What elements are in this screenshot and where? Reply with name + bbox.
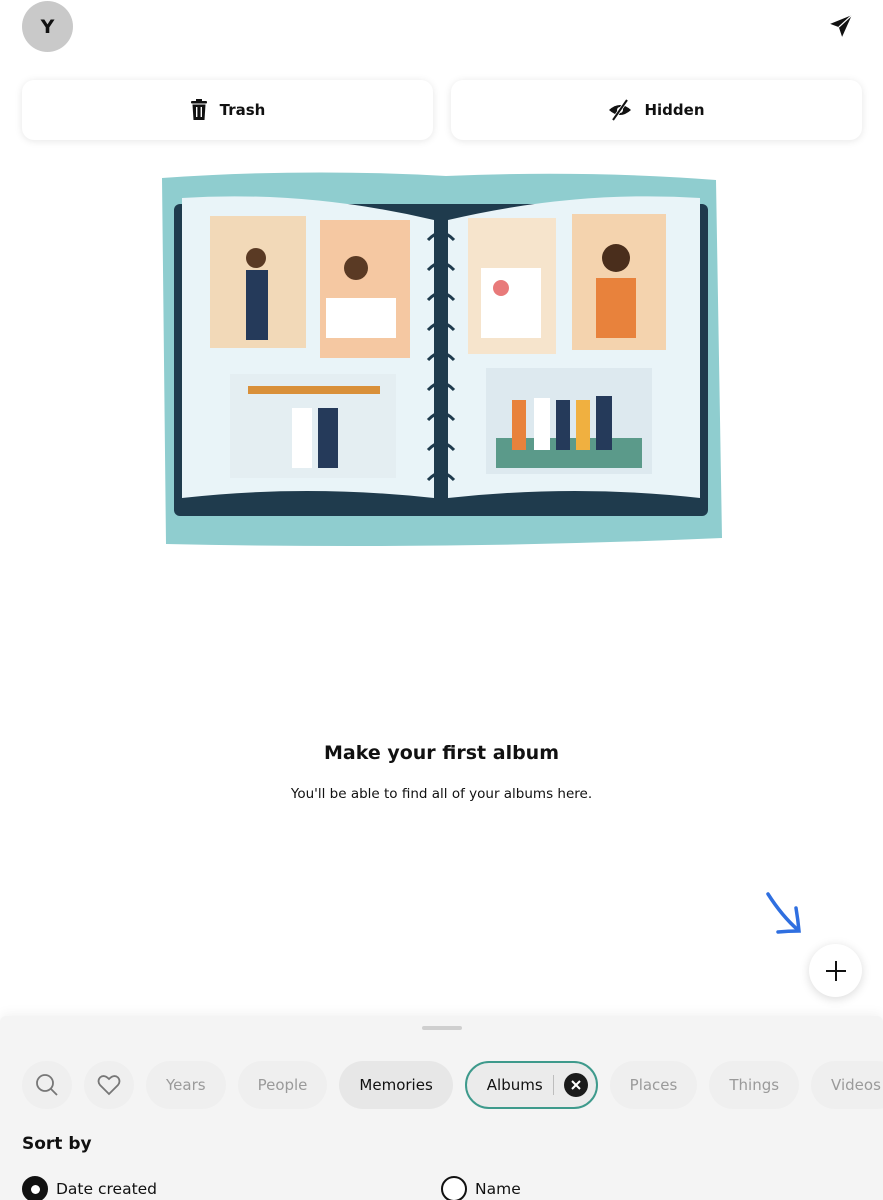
sort-option-date-created[interactable]: Date created <box>22 1176 157 1200</box>
paper-plane-icon <box>830 14 853 37</box>
chip-divider <box>552 1075 554 1095</box>
avatar[interactable]: Y <box>22 1 73 52</box>
chip-things[interactable]: Things <box>709 1061 800 1109</box>
radio-button[interactable] <box>22 1176 48 1200</box>
share-button[interactable] <box>827 12 855 40</box>
chip-people[interactable]: People <box>237 1061 328 1109</box>
eye-slash-icon <box>609 99 632 121</box>
sheet-grabber[interactable] <box>422 1026 462 1030</box>
trash-label: Trash <box>219 101 266 119</box>
sort-option-name[interactable]: Name <box>441 1176 521 1200</box>
albums-page: Y Trash Hidden Make your first album You… <box>0 0 883 1200</box>
radio-button[interactable] <box>441 1176 467 1200</box>
sort-option-label: Name <box>475 1180 521 1198</box>
search-icon <box>36 1074 58 1096</box>
trash-button[interactable]: Trash <box>22 80 433 140</box>
chip-videos[interactable]: Videos <box>811 1061 883 1109</box>
chip-label: People <box>257 1076 308 1094</box>
photo-album-illustration <box>162 172 722 546</box>
clear-filter-button[interactable] <box>563 1073 588 1097</box>
favorites-chip[interactable] <box>84 1061 134 1109</box>
chip-albums[interactable]: Albums <box>464 1061 598 1109</box>
chip-label: Places <box>629 1076 678 1094</box>
chip-label: Albums <box>486 1076 543 1094</box>
empty-state-subtitle: You'll be able to find all of your album… <box>290 786 593 802</box>
avatar-initial: Y <box>40 15 55 38</box>
chip-places[interactable]: Places <box>609 1061 698 1109</box>
close-icon <box>570 1080 581 1090</box>
sort-by-label: Sort by <box>22 1134 92 1154</box>
hidden-label: Hidden <box>644 101 705 119</box>
chip-label: Videos <box>831 1076 881 1094</box>
heart-icon <box>97 1075 121 1096</box>
arrow-hint-icon <box>766 892 801 934</box>
hidden-button[interactable]: Hidden <box>451 80 862 140</box>
chip-label: Things <box>729 1076 780 1094</box>
filter-sheet: Years People Memories Albums Places Thin… <box>0 1016 883 1200</box>
trash-icon <box>190 99 207 120</box>
sort-option-label: Date created <box>56 1180 158 1198</box>
chip-label: Years <box>166 1076 206 1094</box>
chip-years[interactable]: Years <box>146 1061 226 1109</box>
chip-memories[interactable]: Memories <box>339 1061 453 1109</box>
chip-label: Memories <box>359 1076 433 1094</box>
filter-chips: Years People Memories Albums Places Thin… <box>22 1061 883 1109</box>
create-album-button[interactable] <box>809 944 862 997</box>
empty-state-title: Make your first album <box>323 742 560 764</box>
plus-icon <box>825 960 846 981</box>
search-chip[interactable] <box>22 1061 72 1109</box>
